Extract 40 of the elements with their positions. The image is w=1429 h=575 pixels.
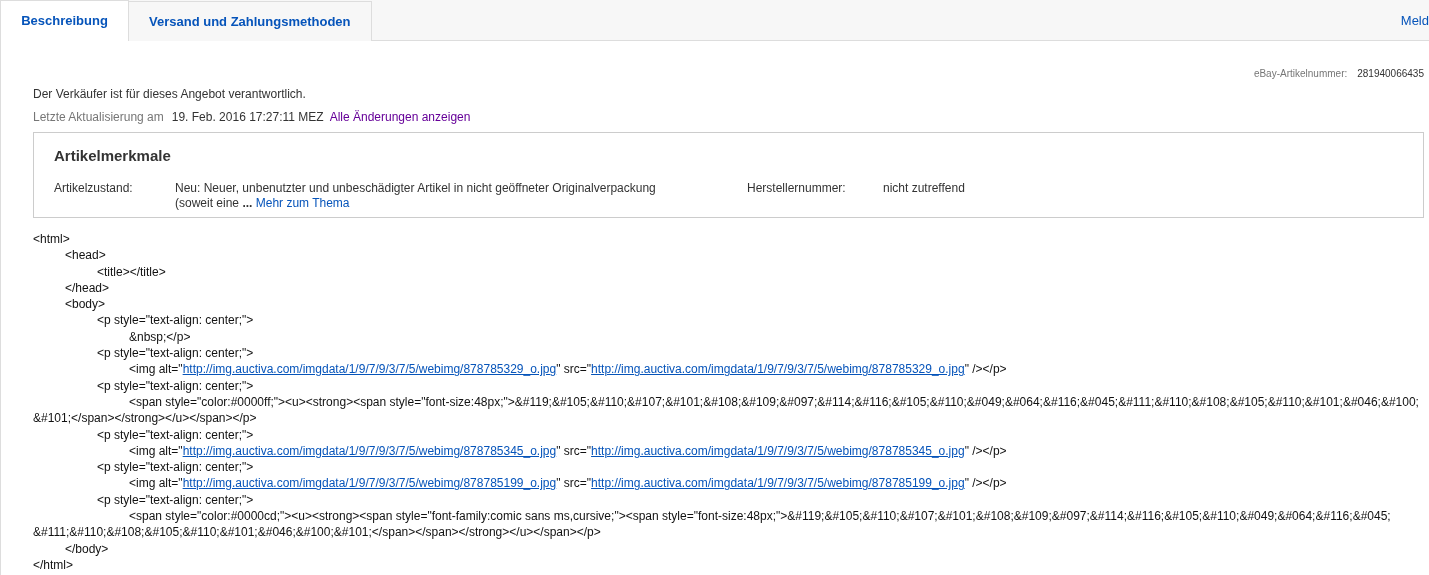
source-line: </html> (33, 556, 75, 574)
source-line: <p style="text-align: center;"> (96, 426, 255, 443)
more-link[interactable]: Mehr zum Thema (255, 195, 350, 210)
image-url-link[interactable]: http://img.auctiva.com/imgdata/1/9/7/9/3/7/5/webimg/878785199_o.jpg (182, 476, 557, 491)
feature-value: nicht zutreffend (883, 180, 965, 197)
source-line: <img alt="http://img.auctiva.com/imgdata/1/9/7/9/3/7/5/webimg/878785329_o.jpg" src="http://img.auctiva.com/imgdata/1/9/7/9/3/7/5/webimg/878785329_o.jpg" /></p> (128, 361, 1008, 378)
item-number: 281940066435 (1357, 67, 1424, 81)
source-line: <span style="color:#0000ff;"><u><strong><span style="font-size:48px;">&#119;&#105;&#110;&#107;&#101;&#108;&#109;&#097;&#114;&#116;&#105;&#110;&#049;&#064;&#116;&#045;&#111;&#110;&#108;&#105;&#110;&#101;&#046;&#100;&#101;</span></strong></u></span></p> (33, 393, 1420, 427)
source-line: </body> (64, 540, 110, 557)
seller-note: Der Verkäufer ist für dieses Angebot verantwortlich. (33, 86, 307, 103)
last-update-label: Letzte Aktualisierung am (33, 109, 164, 126)
source-line: <body> (64, 296, 107, 313)
image-url-link[interactable]: http://img.auctiva.com/imgdata/1/9/7/9/3/7/5/webimg/878785345_o.jpg (591, 443, 965, 458)
source-line: <img alt="http://img.auctiva.com/imgdata/1/9/7/9/3/7/5/webimg/878785345_o.jpg" src="http://img.auctiva.com/imgdata/1/9/7/9/3/7/5/webimg/878785345_o.jpg" /></p> (128, 442, 1008, 460)
source-line: <head> (64, 247, 107, 264)
source-line: <html> (33, 231, 71, 248)
feature-label: Artikelzustand: (54, 180, 134, 197)
report-link[interactable]: Meld (1400, 11, 1429, 31)
source-line: &nbsp;</p> (128, 328, 192, 346)
tab[interactable]: Beschreibung (1, 0, 129, 41)
last-update-date: 19. Feb. 2016 17:27:11 MEZ (171, 109, 324, 126)
image-url-link[interactable]: http://img.auctiva.com/imgdata/1/9/7/9/3/7/5/webimg/878785199_o.jpg (591, 476, 965, 491)
image-url-link[interactable]: http://img.auctiva.com/imgdata/1/9/7/9/3/7/5/webimg/878785329_o.jpg (591, 362, 965, 377)
feature-value: Neu: Neuer, unbenutzter und unbeschädigter Artikel in nicht geöffneter Originalverpackung (soweit eine ... Mehr zum Thema (175, 180, 657, 211)
source-line: <p style="text-align: center;"> (96, 377, 255, 394)
source-line: <p style="text-align: center;"> (96, 459, 255, 476)
source-line: <title></title> (96, 263, 167, 280)
all-changes-link[interactable]: Alle Änderungen anzeigen (329, 108, 471, 126)
item-number-label: eBay-Artikelnummer: (1253, 67, 1348, 81)
source-line: <img alt="http://img.auctiva.com/imgdata/1/9/7/9/3/7/5/webimg/878785199_o.jpg" src="http://img.auctiva.com/imgdata/1/9/7/9/3/7/5/webimg/878785199_o.jpg" /></p> (128, 475, 1008, 492)
source-line: <p style="text-align: center;"> (96, 312, 255, 329)
feature-label: Herstellernummer: (747, 180, 847, 197)
tab[interactable]: Versand und Zahlungsmethoden (129, 1, 372, 41)
source-line: </head> (64, 279, 111, 297)
features-title: Artikelmerkmale (54, 146, 172, 166)
image-url-link[interactable]: http://img.auctiva.com/imgdata/1/9/7/9/3/7/5/webimg/878785329_o.jpg (182, 362, 557, 377)
image-url-link[interactable]: http://img.auctiva.com/imgdata/1/9/7/9/3/7/5/webimg/878785345_o.jpg (182, 443, 557, 458)
source-line: <p style="text-align: center;"> (96, 491, 255, 509)
source-line: <span style="color:#0000cd;"><u><strong><span style="font-family:comic sans ms,cursive;"><span style="font-size:48px;">&#119;&#105;&#110;&#107;&#101;&#108;&#109;&#097;&#114;&#116;&#105;&#110;&#049;&#064;&#116;&#045;&#111;&#110;&#108;&#105;&#110;&#101;&#046;&#100;&#101;</span></span></strong></u></span></p> (33, 508, 1392, 541)
source-line: <p style="text-align: center;"> (96, 345, 255, 362)
